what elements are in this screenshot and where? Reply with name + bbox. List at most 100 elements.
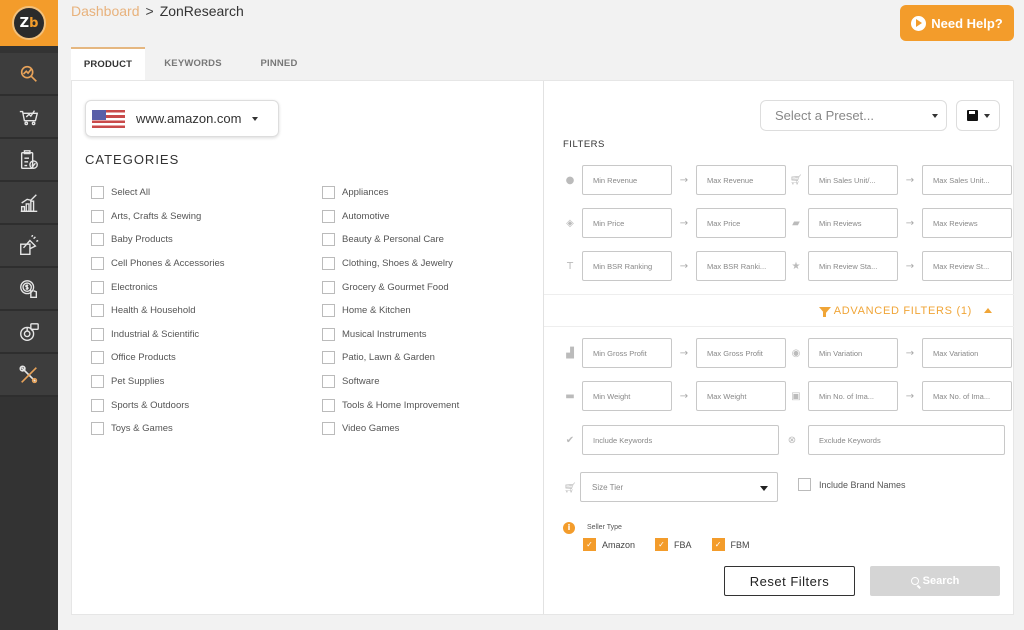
category-checkbox[interactable]: Automotive bbox=[322, 205, 459, 229]
save-preset-button[interactable] bbox=[956, 100, 1000, 131]
include-keywords-input[interactable]: Include Keywords bbox=[582, 425, 779, 455]
category-checkbox[interactable]: Electronics bbox=[91, 275, 225, 299]
filter-icon bbox=[818, 307, 831, 317]
min-revenue-input[interactable]: Min Revenue bbox=[582, 165, 672, 195]
arrow-right-icon: → bbox=[905, 260, 915, 272]
checkbox[interactable] bbox=[91, 422, 104, 436]
sidebar-item-analytics[interactable] bbox=[0, 182, 58, 225]
max-reviews-input[interactable]: Max Reviews bbox=[922, 208, 1012, 238]
checkbox[interactable] bbox=[91, 233, 104, 247]
min-review-stars-input[interactable]: Min Review Sta... bbox=[808, 251, 898, 281]
checkbox[interactable] bbox=[322, 304, 335, 318]
checkbox[interactable] bbox=[322, 257, 335, 271]
min-images-input[interactable]: Min No. of Ima... bbox=[808, 381, 898, 411]
category-checkbox[interactable]: Home & Kitchen bbox=[322, 299, 459, 323]
tab-product[interactable]: PRODUCT bbox=[71, 47, 145, 80]
max-sales-input[interactable]: Max Sales Unit... bbox=[922, 165, 1012, 195]
checkbox[interactable] bbox=[322, 209, 335, 223]
sidebar-item-marketing[interactable] bbox=[0, 225, 58, 268]
min-price-input[interactable]: Min Price bbox=[582, 208, 672, 238]
category-checkbox[interactable]: Tools & Home Improvement bbox=[322, 393, 459, 417]
sidebar-item-chart-chat[interactable] bbox=[0, 311, 58, 354]
category-checkbox[interactable]: Grocery & Gourmet Food bbox=[322, 275, 459, 299]
category-checkbox[interactable]: Toys & Games bbox=[91, 417, 225, 441]
category-checkbox[interactable]: Appliances bbox=[322, 181, 459, 205]
filters-title: FILTERS bbox=[563, 139, 605, 150]
max-images-input[interactable]: Max No. of Ima... bbox=[922, 381, 1012, 411]
logo[interactable]: Zb bbox=[0, 0, 58, 46]
check-circle-icon: ✔ bbox=[565, 434, 575, 446]
category-checkbox[interactable]: Cell Phones & Accessories bbox=[91, 252, 225, 276]
max-revenue-input[interactable]: Max Revenue bbox=[696, 165, 786, 195]
max-gross-profit-input[interactable]: Max Gross Profit bbox=[696, 338, 786, 368]
checkbox[interactable] bbox=[91, 257, 104, 271]
checkbox[interactable] bbox=[91, 375, 104, 389]
min-weight-input[interactable]: Min Weight bbox=[582, 381, 672, 411]
min-bsr-input[interactable]: Min BSR Ranking bbox=[582, 251, 672, 281]
preset-select[interactable]: Select a Preset... bbox=[760, 100, 947, 131]
sidebar-item-tools[interactable] bbox=[0, 354, 58, 397]
checkbox[interactable] bbox=[322, 398, 335, 412]
checkbox[interactable] bbox=[91, 304, 104, 318]
checkbox[interactable] bbox=[91, 327, 104, 341]
max-weight-input[interactable]: Max Weight bbox=[696, 381, 786, 411]
checkbox[interactable] bbox=[322, 422, 335, 436]
category-checkbox[interactable]: Health & Household bbox=[91, 299, 225, 323]
max-bsr-input[interactable]: Max BSR Ranki... bbox=[696, 251, 786, 281]
checkbox[interactable] bbox=[91, 280, 104, 294]
seller-amazon-checkbox[interactable]: ✓ Amazon bbox=[583, 538, 635, 551]
checkbox[interactable] bbox=[91, 398, 104, 412]
category-checkbox[interactable]: Pet Supplies bbox=[91, 370, 225, 394]
checkbox[interactable] bbox=[91, 351, 104, 365]
category-checkbox[interactable]: Video Games bbox=[322, 417, 459, 441]
min-variation-input[interactable]: Min Variation bbox=[808, 338, 898, 368]
reset-filters-button[interactable]: Reset Filters bbox=[724, 566, 855, 596]
category-checkbox[interactable]: Beauty & Personal Care bbox=[322, 228, 459, 252]
category-checkbox[interactable]: Musical Instruments bbox=[322, 323, 459, 347]
checkbox[interactable] bbox=[322, 327, 335, 341]
tab-keywords[interactable]: KEYWORDS bbox=[145, 47, 241, 80]
search-button[interactable]: Search bbox=[870, 566, 1000, 596]
info-icon[interactable]: i bbox=[563, 522, 575, 534]
size-tier-placeholder: Size Tier bbox=[592, 482, 624, 492]
max-variation-input[interactable]: Max Variation bbox=[922, 338, 1012, 368]
category-checkbox[interactable]: Office Products bbox=[91, 346, 225, 370]
checkbox[interactable] bbox=[91, 186, 104, 200]
seller-fbm-checkbox[interactable]: ✓ FBM bbox=[711, 538, 750, 551]
category-checkbox[interactable]: Arts, Crafts & Sewing bbox=[91, 205, 225, 229]
sidebar-item-cart[interactable] bbox=[0, 96, 58, 139]
category-checkbox[interactable]: Sports & Outdoors bbox=[91, 393, 225, 417]
exclude-keywords-input[interactable]: Exclude Keywords bbox=[808, 425, 1005, 455]
min-sales-input[interactable]: Min Sales Unit/... bbox=[808, 165, 898, 195]
category-checkbox[interactable]: Industrial & Scientific bbox=[91, 323, 225, 347]
checkbox[interactable] bbox=[322, 375, 335, 389]
marketplace-dropdown[interactable]: www.amazon.com bbox=[85, 100, 279, 137]
include-brand-names-checkbox[interactable]: Include Brand Names bbox=[798, 478, 906, 491]
max-review-stars-input[interactable]: Max Review St... bbox=[922, 251, 1012, 281]
category-checkbox[interactable]: Clothing, Shoes & Jewelry bbox=[322, 252, 459, 276]
min-gross-profit-input[interactable]: Min Gross Profit bbox=[582, 338, 672, 368]
checkbox[interactable] bbox=[322, 351, 335, 365]
need-help-button[interactable]: Need Help? bbox=[900, 5, 1014, 41]
sidebar-item-profit[interactable] bbox=[0, 268, 58, 311]
checkbox[interactable] bbox=[91, 209, 104, 223]
chart-icon: ▟ bbox=[566, 347, 574, 359]
category-checkbox[interactable]: Select All bbox=[91, 181, 225, 205]
checkbox[interactable] bbox=[322, 233, 335, 247]
category-checkbox[interactable]: Baby Products bbox=[91, 228, 225, 252]
images-filter: ▣ Min No. of Ima... → Max No. of Ima... bbox=[788, 381, 1012, 411]
category-checkbox[interactable]: Patio, Lawn & Garden bbox=[322, 346, 459, 370]
min-reviews-input[interactable]: Min Reviews bbox=[808, 208, 898, 238]
sidebar-item-product-research[interactable] bbox=[0, 53, 58, 96]
category-checkbox[interactable]: Software bbox=[322, 370, 459, 394]
max-price-input[interactable]: Max Price bbox=[696, 208, 786, 238]
size-tier-select[interactable]: Size Tier bbox=[580, 472, 778, 502]
tab-pinned[interactable]: PINNED bbox=[241, 47, 317, 80]
checkbox[interactable] bbox=[322, 280, 335, 294]
checkbox[interactable] bbox=[798, 478, 811, 491]
sidebar-item-checklist[interactable] bbox=[0, 139, 58, 182]
advanced-filters-toggle[interactable]: ADVANCED FILTERS (1) bbox=[544, 294, 1014, 327]
breadcrumb-dashboard-link[interactable]: Dashboard bbox=[71, 3, 140, 19]
checkbox[interactable] bbox=[322, 186, 335, 200]
seller-fba-checkbox[interactable]: ✓ FBA bbox=[655, 538, 692, 551]
